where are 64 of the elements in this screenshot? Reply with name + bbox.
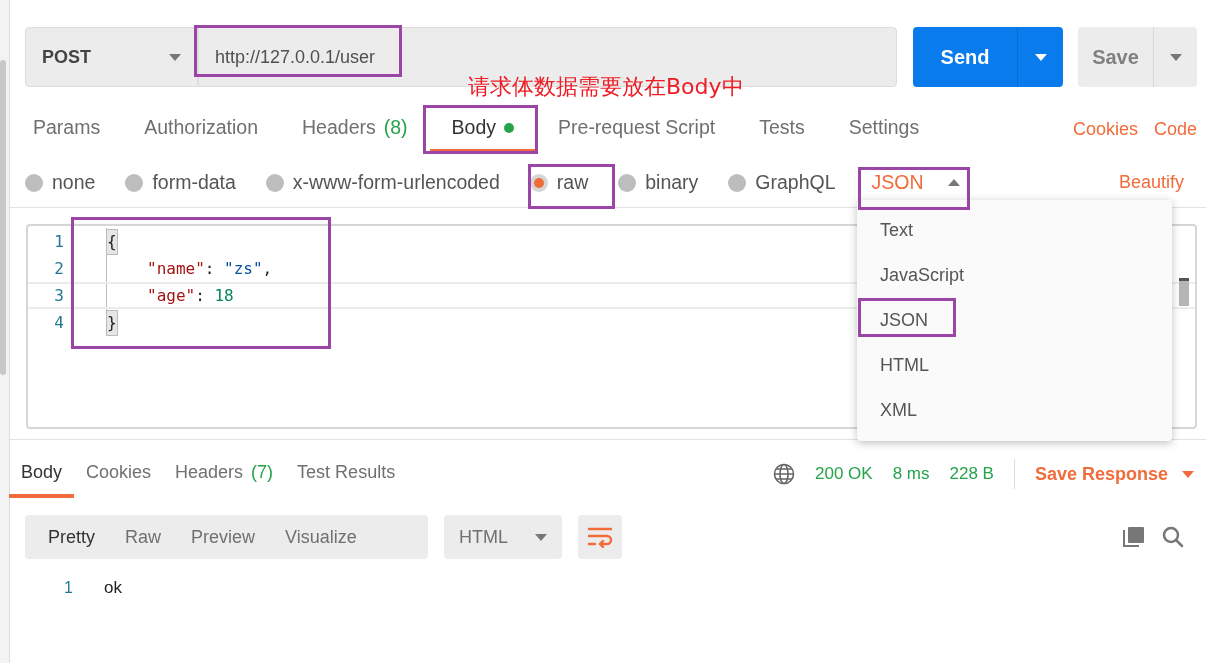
code-token: : <box>195 284 206 307</box>
request-tab[interactable]: Authorization <box>122 107 280 152</box>
body-type-radio[interactable]: binary <box>618 167 699 198</box>
language-option[interactable]: JavaScript <box>857 253 1172 298</box>
code-token: "age" <box>147 284 196 307</box>
save-response-button[interactable]: Save Response <box>1034 460 1194 488</box>
language-select[interactable]: JSON <box>871 172 960 193</box>
response-size: 228 B <box>949 463 994 486</box>
response-tab[interactable]: Test Results <box>285 450 408 498</box>
request-tab[interactable]: Params <box>11 107 123 152</box>
format-select[interactable]: HTML <box>444 515 562 559</box>
beautify-link[interactable]: Beautify <box>1118 169 1184 196</box>
editor-scrollbar-thumb[interactable] <box>1179 278 1189 306</box>
request-tab[interactable]: Body <box>429 107 537 152</box>
matched-bracket: } <box>106 309 118 336</box>
caret-icon <box>535 533 547 541</box>
code-token: 18 <box>214 284 234 307</box>
line-number: 1 <box>53 230 64 253</box>
status-code: 200 OK <box>815 463 873 486</box>
body-type-radio[interactable]: x-www-form-urlencoded <box>265 167 500 198</box>
body-type-radio[interactable]: none <box>25 167 96 198</box>
view-mode-tab[interactable]: Raw <box>110 523 177 551</box>
code-token: "name" <box>147 257 205 280</box>
line-number: 3 <box>53 284 64 307</box>
save-button[interactable]: Save <box>1078 27 1153 87</box>
wrap-lines-icon <box>587 526 613 548</box>
wrap-lines-button[interactable] <box>578 515 622 559</box>
response-time: 8 ms <box>892 463 930 486</box>
copy-icon[interactable] <box>1123 526 1145 548</box>
view-mode-tab[interactable]: Pretty <box>33 523 110 551</box>
send-button[interactable]: Send <box>913 27 1017 87</box>
body-type-radio[interactable]: GraphQL <box>728 167 836 198</box>
request-tab[interactable]: Pre-request Script <box>536 107 738 152</box>
search-icon[interactable] <box>1162 526 1184 548</box>
header-link[interactable]: Cookies <box>1072 116 1138 143</box>
code-token: , <box>262 257 273 280</box>
response-tab[interactable]: Body <box>9 450 75 498</box>
header-link[interactable]: Code <box>1153 116 1197 143</box>
request-tab[interactable]: Headers (8) <box>280 107 430 152</box>
globe-icon[interactable] <box>773 463 795 485</box>
request-tab[interactable]: Tests <box>737 107 827 152</box>
code-token: "zs" <box>224 257 263 280</box>
response-tab[interactable]: Headers (7) <box>163 450 286 498</box>
body-type-radio[interactable]: form-data <box>125 167 236 198</box>
request-tab[interactable]: Settings <box>826 107 942 152</box>
matched-bracket: { <box>106 228 118 255</box>
line-number: 1 <box>63 578 73 598</box>
caret-icon <box>1034 53 1047 61</box>
view-mode-tab[interactable]: Visualize <box>270 523 372 551</box>
language-option[interactable]: JSON <box>857 298 1172 343</box>
code-token: : <box>204 257 216 280</box>
caret-icon <box>1182 470 1194 478</box>
caret-icon <box>947 179 960 186</box>
response-text: ok <box>104 577 122 600</box>
view-mode-tab[interactable]: Preview <box>176 523 271 551</box>
line-number: 4 <box>53 311 64 334</box>
scrollbar-thumb[interactable] <box>0 60 6 375</box>
method-select[interactable]: POST <box>25 27 198 87</box>
caret-icon <box>1169 53 1182 61</box>
body-type-radio[interactable]: raw <box>529 167 589 198</box>
language-option[interactable]: HTML <box>857 343 1172 388</box>
line-number: 2 <box>53 257 64 280</box>
response-tab[interactable]: Cookies <box>74 450 164 498</box>
caret-icon <box>169 53 181 61</box>
